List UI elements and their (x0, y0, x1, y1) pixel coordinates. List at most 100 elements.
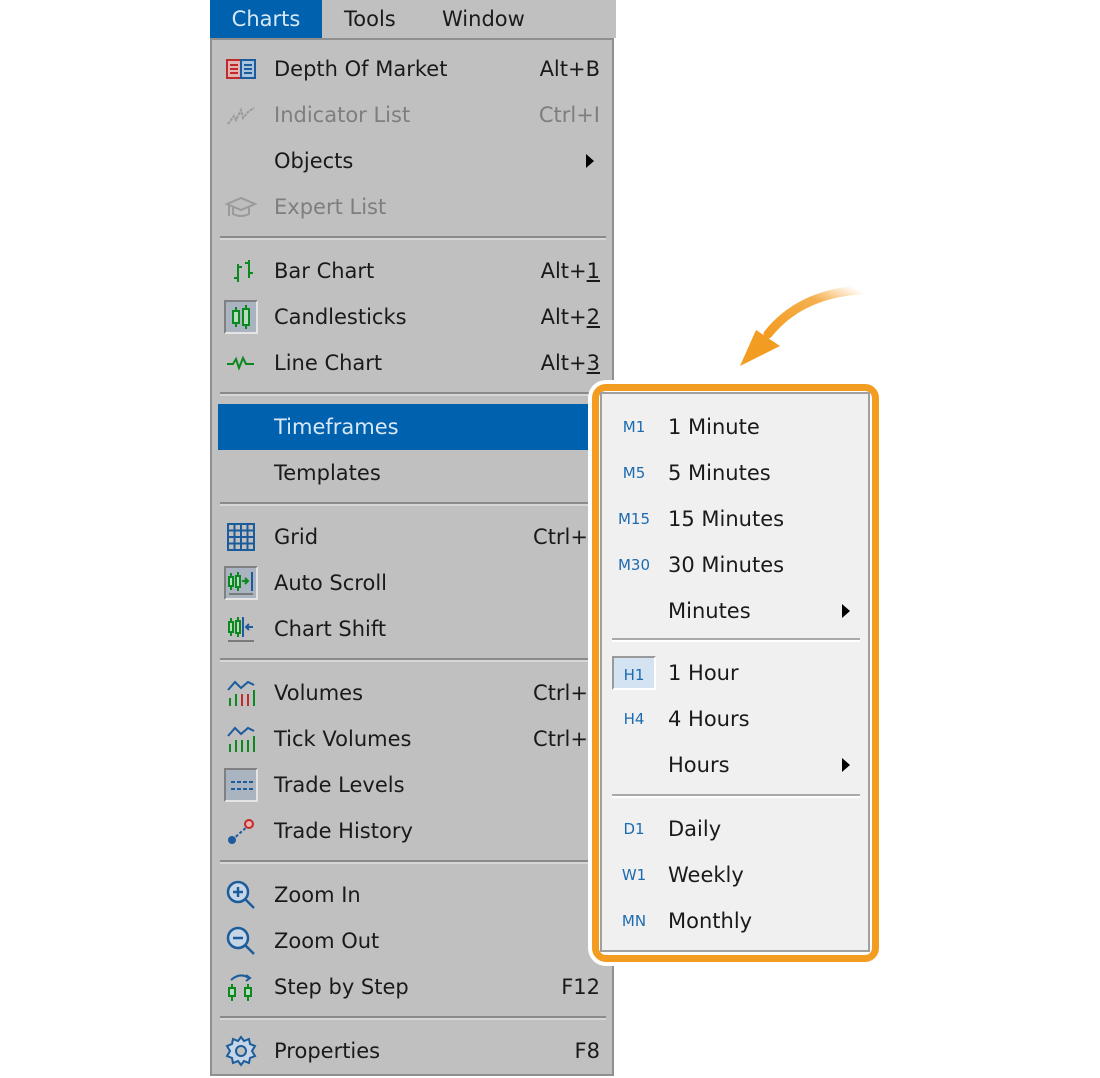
timeframe-item-m30[interactable]: M30 30 Minutes (612, 542, 860, 588)
menu-bar: Charts Tools Window (210, 0, 616, 38)
bar-chart-icon (224, 254, 258, 288)
menu-item-label: Timeframes (274, 415, 399, 439)
menu-item-label: Auto Scroll (274, 571, 387, 595)
menu-item-zoom-in[interactable]: Zoom In (218, 872, 610, 918)
depth-of-market-icon (224, 52, 258, 86)
menu-item-tick-volumes[interactable]: Tick Volumes Ctrl+ (218, 716, 610, 762)
menu-item-label: Bar Chart (274, 259, 375, 283)
timeframe-label: 5 Minutes (668, 461, 771, 485)
menu-item-expert-list: Expert List (218, 184, 610, 230)
timeframe-item-hours[interactable]: Hours (612, 742, 860, 788)
menu-item-objects[interactable]: Objects (218, 138, 610, 184)
shortcut: F12 (561, 975, 600, 999)
menu-item-label: Line Chart (274, 351, 383, 375)
menu-item-label: Chart Shift (274, 617, 387, 641)
timeframe-item-m15[interactable]: M15 15 Minutes (612, 496, 860, 542)
menu-item-properties[interactable]: Properties F8 (218, 1028, 610, 1074)
menu-tools[interactable]: Tools (344, 0, 396, 38)
menu-item-label: Properties (274, 1039, 381, 1063)
timeframe-item-h1[interactable]: H1 1 Hour (612, 650, 860, 696)
menu-item-bar-chart[interactable]: Bar Chart Alt+1 (218, 248, 610, 294)
charts-menu: Depth Of Market Alt+B Indicator List Ctr… (210, 38, 614, 1076)
shortcut: Alt+1 (541, 248, 600, 294)
properties-gear-icon (224, 1034, 258, 1068)
menu-item-label: Trade History (274, 819, 413, 843)
menu-item-auto-scroll[interactable]: Auto Scroll (218, 560, 610, 606)
shortcut: Alt+2 (541, 294, 600, 340)
shortcut: Ctrl+I (538, 103, 600, 127)
shortcut: Ctrl+ (533, 525, 588, 549)
timeframe-item-m5[interactable]: M5 5 Minutes (612, 450, 860, 496)
submenu-arrow-icon (842, 604, 850, 618)
shortcut: Ctrl+ (533, 727, 588, 751)
menu-item-label: Zoom Out (274, 929, 380, 953)
menu-item-trade-levels[interactable]: Trade Levels (218, 762, 610, 808)
menu-item-label: Indicator List (274, 103, 411, 127)
callout-arrow-icon (740, 285, 865, 366)
timeframe-label: Weekly (668, 863, 744, 887)
expert-list-icon (224, 190, 258, 224)
timeframe-item-mn[interactable]: MN Monthly (612, 898, 860, 944)
menu-separator (220, 658, 606, 662)
timeframe-code: M30 (617, 556, 651, 574)
menu-separator (220, 502, 606, 506)
timeframe-code: H1 (612, 656, 656, 690)
menu-item-depth-of-market[interactable]: Depth Of Market Alt+B (218, 46, 610, 92)
menu-item-label: Depth Of Market (274, 57, 448, 81)
menu-item-label: Step by Step (274, 975, 409, 999)
timeframe-label: Minutes (668, 599, 751, 623)
menu-item-label: Volumes (274, 681, 364, 705)
timeframe-item-d1[interactable]: D1 Daily (612, 806, 860, 852)
timeframe-label: 4 Hours (668, 707, 750, 731)
menu-separator (220, 1016, 606, 1020)
shortcut: Alt+B (539, 57, 600, 81)
line-chart-icon (224, 346, 258, 380)
menu-separator (220, 860, 606, 864)
chart-shift-icon (224, 612, 258, 646)
candlesticks-icon (224, 300, 258, 334)
menu-item-trade-history[interactable]: Trade History (218, 808, 610, 854)
zoom-in-icon (224, 878, 258, 912)
menu-item-chart-shift[interactable]: Chart Shift (218, 606, 610, 652)
timeframe-code: H4 (623, 710, 645, 728)
menu-item-timeframes[interactable]: Timeframes (218, 404, 610, 450)
timeframe-item-w1[interactable]: W1 Weekly (612, 852, 860, 898)
menu-item-label: Zoom In (274, 883, 361, 907)
auto-scroll-icon (224, 566, 258, 600)
menu-window[interactable]: Window (442, 0, 525, 38)
menu-separator (220, 392, 606, 396)
shortcut-prefix: Alt+ (540, 305, 587, 329)
indicator-list-icon (224, 98, 258, 132)
menu-item-label: Tick Volumes (274, 727, 412, 751)
timeframe-item-h4[interactable]: H4 4 Hours (612, 696, 860, 742)
submenu-arrow-icon (586, 154, 594, 168)
shortcut: Ctrl+ (533, 681, 588, 705)
menu-item-templates[interactable]: Templates (218, 450, 610, 496)
menu-charts[interactable]: Charts (210, 0, 322, 38)
shortcut-key: 1 (586, 259, 600, 283)
timeframe-label: 15 Minutes (668, 507, 785, 531)
menu-item-zoom-out[interactable]: Zoom Out (218, 918, 610, 964)
submenu-separator (612, 638, 860, 642)
timeframe-item-minutes[interactable]: Minutes (612, 588, 860, 634)
menu-item-label: Trade Levels (274, 773, 405, 797)
menu-item-label: Templates (274, 461, 381, 485)
menu-item-candlesticks[interactable]: Candlesticks Alt+2 (218, 294, 610, 340)
zoom-out-icon (224, 924, 258, 958)
timeframe-item-m1[interactable]: M1 1 Minute (612, 404, 860, 450)
timeframe-code: M5 (622, 464, 646, 482)
menu-item-step-by-step[interactable]: Step by Step F12 (218, 964, 610, 1010)
shortcut: Alt+3 (541, 340, 600, 386)
shortcut-key: 2 (586, 305, 600, 329)
menu-item-line-chart[interactable]: Line Chart Alt+3 (218, 340, 610, 386)
submenu-arrow-icon (842, 758, 850, 772)
shortcut: F8 (574, 1039, 600, 1063)
trade-levels-icon (224, 768, 258, 802)
menu-item-volumes[interactable]: Volumes Ctrl+ (218, 670, 610, 716)
menu-item-grid[interactable]: Grid Ctrl+ (218, 514, 610, 560)
shortcut-key: 3 (586, 351, 600, 375)
menu-item-label: Grid (274, 525, 319, 549)
tick-volumes-icon (224, 722, 258, 756)
timeframe-label: 30 Minutes (668, 553, 785, 577)
timeframe-code: W1 (621, 866, 647, 884)
